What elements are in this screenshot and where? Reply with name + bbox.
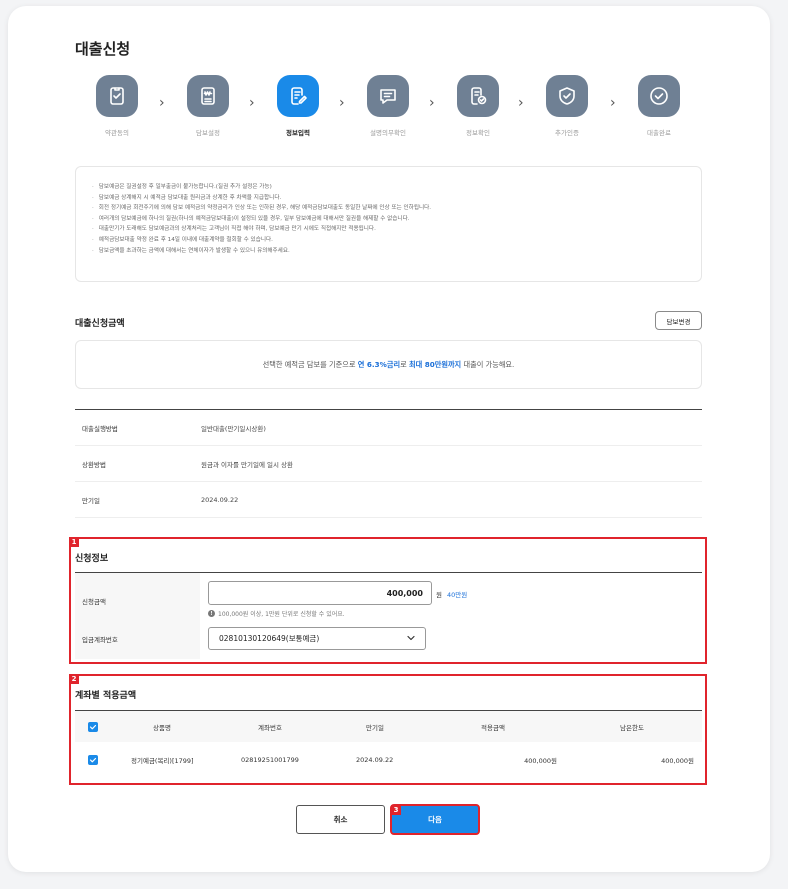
- step-complete: 대출완료: [614, 75, 704, 137]
- table-row[interactable]: 정기예금(복리)[1799] 02819251001799 2024.09.22…: [75, 742, 702, 778]
- detail-key: 대출실행방법: [82, 424, 118, 433]
- info-suffix: 대출이 가능해요.: [463, 359, 515, 369]
- notice-item: 예적금담보대출 약정 완료 후 14일 이내에 대출계약을 철회할 수 있습니다…: [92, 235, 685, 246]
- detail-key: 상환방법: [82, 460, 106, 469]
- edit-document-icon: [277, 75, 319, 117]
- hint-text: 100,000원 이상, 1만원 단위로 신청할 수 있어요.: [218, 611, 345, 618]
- check-icon: [89, 757, 97, 763]
- amount-hint: ! 100,000원 이상, 1만원 단위로 신청할 수 있어요.: [208, 609, 345, 618]
- deposit-account-select[interactable]: 02810130120649(보통예금): [208, 627, 426, 650]
- cell-applied: 400,000원: [524, 757, 557, 765]
- page-title: 대출신청: [75, 40, 131, 58]
- header-account: 계좌번호: [258, 723, 282, 732]
- info-prefix: 선택한 예적금 담보를 기준으로: [262, 359, 356, 369]
- accounts-table: 상품명 계좌번호 만기일 적용금액 남은한도 정기예금(복리)[1799] 02…: [75, 710, 702, 778]
- progress-steps: 약관동의 › 담보설정 › 정보입력 › 설명의무확인 › 정보확인 › 추가인…: [0, 75, 788, 145]
- loan-details-table: 대출실행방법 일반대출(만기일시상환) 상환방법 원금과 이자를 만기일에 일시…: [75, 409, 702, 518]
- chevron-down-icon: [407, 635, 415, 641]
- selected-account: 02810130120649(보통예금): [219, 634, 320, 643]
- loan-limit-info: 선택한 예적금 담보를 기준으로 연 6.3%금리 로 최대 80만원까지 대출이…: [75, 340, 702, 389]
- step-info-confirm: 정보확인: [433, 75, 523, 137]
- highlight-tag: 1: [69, 537, 79, 547]
- cell-remaining: 400,000원: [661, 757, 694, 765]
- info-limit: 최대 80만원까지: [408, 359, 462, 369]
- loan-amount-title: 대출신청금액: [75, 319, 125, 329]
- step-terms: 약관동의: [72, 75, 162, 137]
- select-all-checkbox[interactable]: [88, 721, 98, 732]
- notice-box: 담보예금은 질권설정 후 일부출금이 불가능합니다.(질권 추가 설정은 가능)…: [75, 166, 702, 282]
- cell-maturity: 2024.09.22: [356, 756, 394, 764]
- header-remaining: 남은한도: [620, 723, 644, 732]
- table-row: 대출실행방법 일반대출(만기일시상환): [75, 410, 702, 446]
- step-label: 정보입력: [286, 129, 310, 137]
- notice-item: 담보금액을 초과하는 금액에 대해서는 연체이자가 발생할 수 있으니 유의해주…: [92, 246, 685, 257]
- step-label: 약관동의: [105, 129, 129, 137]
- step-extra-auth: 추가인증: [522, 75, 612, 137]
- notice-item: 여러개의 담보예금에 하나의 질권(하나의 예적금담보대출)이 설정되 있을 경…: [92, 214, 685, 225]
- cancel-button[interactable]: 취소: [296, 805, 385, 834]
- document-check-icon: [457, 75, 499, 117]
- step-label: 정보확인: [466, 129, 490, 137]
- info-rate: 연 6.3%금리: [357, 359, 401, 369]
- table-row: 상환방법 원금과 이자를 만기일에 일시 상환: [75, 446, 702, 482]
- accounts-title: 계좌별 적용금액: [75, 691, 137, 701]
- label-column: [75, 573, 200, 659]
- chat-icon: [367, 75, 409, 117]
- highlight-tag: 3: [391, 805, 401, 815]
- max-amount-link[interactable]: 40만원: [447, 589, 467, 599]
- step-label: 설명의무확인: [370, 129, 406, 137]
- step-collateral: 담보설정: [163, 75, 253, 137]
- application-title: 신청정보: [75, 554, 109, 564]
- check-icon: [89, 724, 97, 729]
- detail-value: 원금과 이자를 만기일에 일시 상환: [201, 460, 293, 469]
- step-label: 추가인증: [555, 129, 579, 137]
- amount-label: 신청금액: [82, 598, 106, 606]
- document-won-icon: [187, 75, 229, 117]
- step-explanation: 설명의무확인: [343, 75, 433, 137]
- check-circle-icon: [638, 75, 680, 117]
- detail-value: 2024.09.22: [201, 495, 239, 504]
- shield-check-icon: [546, 75, 588, 117]
- cell-product: 정기예금(복리)[1799]: [131, 757, 194, 765]
- info-mid: 로: [400, 359, 407, 369]
- notice-item: 대출만기가 도래해도 담보예금과의 상계처리는 고객님이 직접 해야 하며, 담…: [92, 224, 685, 235]
- checklist-icon: [96, 75, 138, 117]
- currency-unit: 원: [436, 591, 442, 599]
- header-product: 상품명: [153, 723, 171, 732]
- info-icon: !: [208, 610, 215, 617]
- account-label: 입금계좌번호: [82, 636, 118, 644]
- notice-item: 회전 정기예금 회전주기에 의해 담보 예적금의 약정금리가 인상 또는 인하된…: [92, 203, 685, 214]
- header-applied: 적용금액: [481, 723, 505, 732]
- detail-value: 일반대출(만기일시상환): [201, 424, 266, 433]
- step-info-input: 정보입력: [253, 75, 343, 137]
- highlight-tag: 2: [69, 674, 79, 684]
- row-checkbox[interactable]: [88, 755, 98, 765]
- notice-item: 담보예금은 질권설정 후 일부출금이 불가능합니다.(질권 추가 설정은 가능): [92, 182, 685, 193]
- amount-input[interactable]: 400,000: [208, 581, 432, 605]
- table-row: 만기일 2024.09.22: [75, 482, 702, 518]
- cell-account: 02819251001799: [241, 756, 299, 764]
- change-collateral-button[interactable]: 담보변경: [655, 311, 702, 330]
- detail-key: 만기일: [82, 496, 100, 505]
- next-button[interactable]: 다음: [390, 804, 480, 835]
- step-label: 담보설정: [196, 129, 220, 137]
- step-label: 대출완료: [647, 129, 671, 137]
- header-maturity: 만기일: [366, 723, 384, 732]
- table-header: 상품명 계좌번호 만기일 적용금액 남은한도: [75, 711, 702, 742]
- notice-item: 담보예금 상계해지 시 예적금 담보대출 원리금과 상계한 후 차액을 지급합니…: [92, 193, 685, 204]
